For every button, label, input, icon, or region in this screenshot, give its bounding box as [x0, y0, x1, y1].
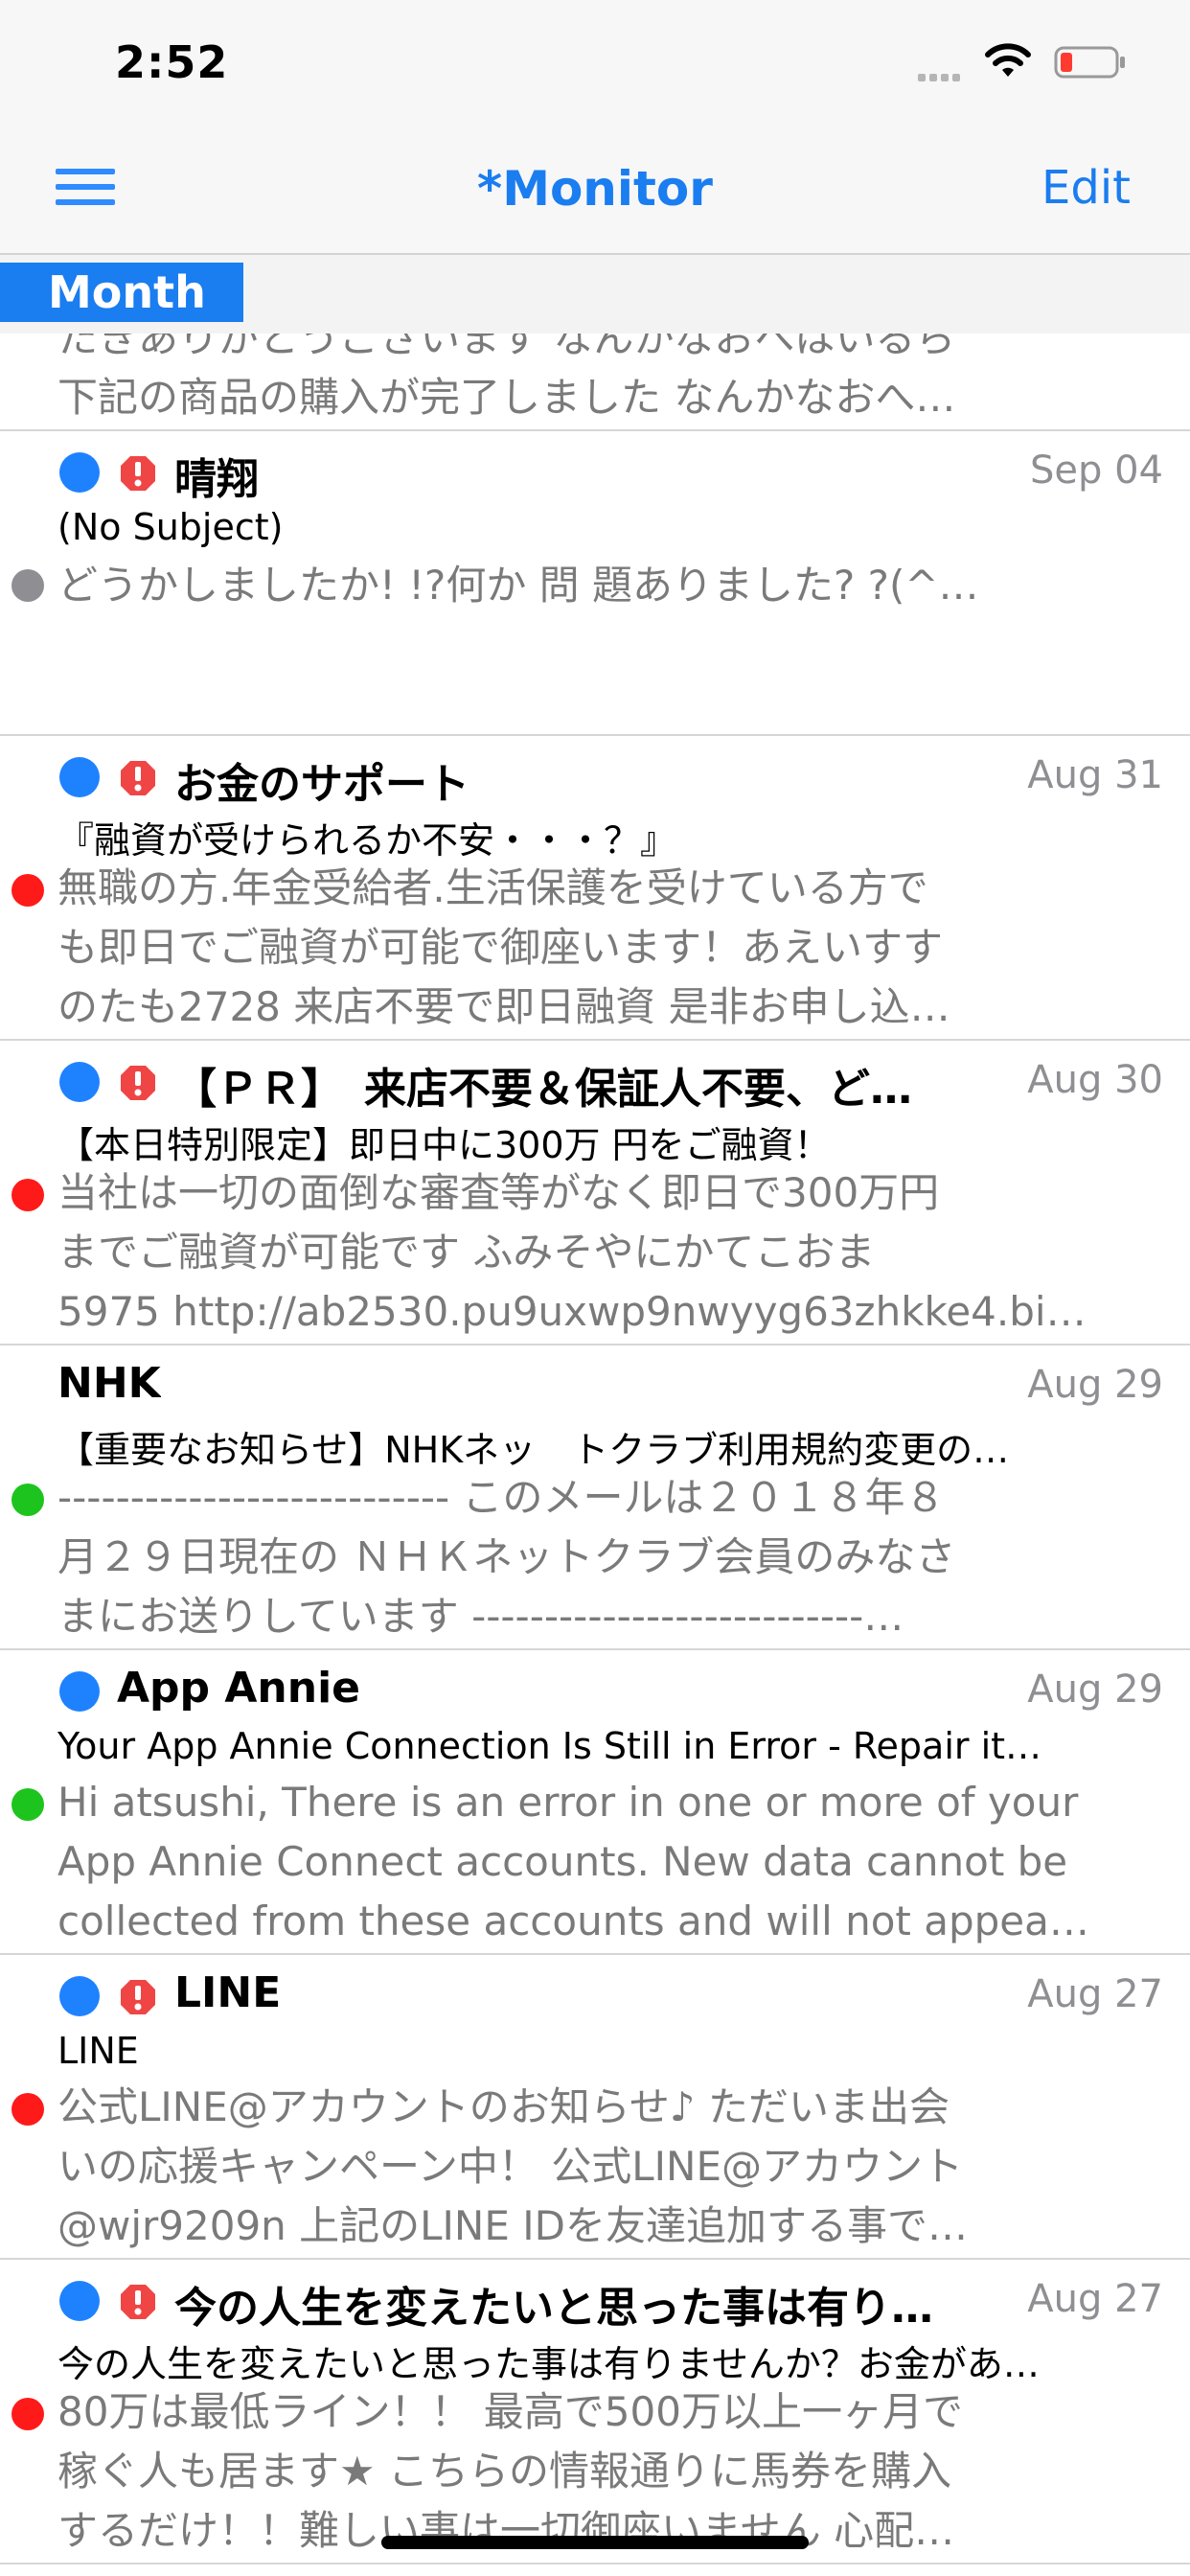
- label-dot-icon: [11, 2398, 44, 2430]
- important-flag-icon: [121, 456, 155, 491]
- unread-dot-icon: [59, 757, 100, 797]
- cellular-signal-icon: [918, 67, 964, 85]
- unread-dot-icon: [59, 452, 100, 493]
- message-sender: お金のサポート: [174, 760, 469, 809]
- message-row[interactable]: LINE Aug 27 LINE 公式LINE@アカウントのお知らせ♪ ただいま…: [0, 1955, 1190, 2260]
- message-sender: 【ＰＲ】 来店不要＆保証人不要、ど…: [174, 1065, 912, 1114]
- label-dot-icon: [11, 874, 44, 907]
- status-time: 2:52: [115, 36, 229, 88]
- message-row[interactable]: 晴翔 Sep 04 (No Subject) どうかしましたか! !?何か 問 …: [0, 431, 1190, 736]
- message-row-partial[interactable]: たきありがとうございます なんかなおへはいるら 下記の商品の購入が完了しました …: [0, 334, 1190, 431]
- unread-dot-icon: [59, 1976, 100, 2016]
- message-preview: Hi atsushi, There is an error in one or …: [57, 1779, 1089, 1944]
- edit-button[interactable]: Edit: [1041, 161, 1131, 215]
- wifi-icon: [985, 43, 1031, 77]
- message-row[interactable]: 今の人生を変えたいと思った事は有り… Aug 27 今の人生を変えたいと思った事…: [0, 2260, 1190, 2564]
- message-subject: LINE: [57, 2030, 139, 2072]
- message-date: Sep 04: [1029, 448, 1163, 493]
- message-subject: 『融資が受けられるか不安・・・？』: [57, 819, 677, 862]
- message-preview: 無職の方.年金受給者.生活保護を受けている方で も即日でご融資が可能で御座います…: [57, 864, 950, 1030]
- message-date: Aug 31: [1027, 753, 1163, 797]
- message-date: Aug 29: [1027, 1668, 1163, 1712]
- status-bar: 2:52: [0, 0, 1190, 126]
- important-flag-icon: [121, 761, 155, 795]
- message-preview: たきありがとうございます なんかなおへはいるら 下記の商品の購入が完了しました …: [57, 334, 956, 421]
- important-flag-icon: [121, 1066, 155, 1100]
- label-dot-icon: [11, 1788, 44, 1821]
- message-sender: 今の人生を変えたいと思った事は有り…: [174, 2284, 933, 2333]
- battery-low-icon: [1054, 46, 1125, 79]
- label-dot-icon: [11, 569, 44, 602]
- unread-dot-icon: [59, 1671, 100, 1712]
- message-date: Aug 27: [1027, 2277, 1163, 2321]
- important-flag-icon: [121, 2285, 155, 2319]
- section-header: Month: [0, 255, 1190, 334]
- message-subject: Your App Annie Connection Is Still in Er…: [57, 1725, 1042, 1767]
- message-row[interactable]: 【ＰＲ】 来店不要＆保証人不要、ど… Aug 30 【本日特別限定】即日中に30…: [0, 1041, 1190, 1346]
- message-row[interactable]: お金のサポート Aug 31 『融資が受けられるか不安・・・？』 無職の方.年金…: [0, 736, 1190, 1041]
- mailbox-title: *Monitor: [477, 161, 713, 217]
- message-preview: 公式LINE@アカウントのお知らせ♪ ただいま出会 いの応援キャンペーン中！ 公…: [57, 2083, 968, 2249]
- important-flag-icon: [121, 1980, 155, 2014]
- unread-dot-icon: [59, 2281, 100, 2321]
- message-list[interactable]: たきありがとうございます なんかなおへはいるら 下記の商品の購入が完了しました …: [0, 334, 1190, 2576]
- message-date: Aug 27: [1027, 1972, 1163, 2016]
- message-preview: どうかしましたか! !?何か 問 題ありました? ?(^…: [57, 562, 979, 609]
- message-row[interactable]: App Annie Aug 29 Your App Annie Connecti…: [0, 1650, 1190, 1955]
- message-preview: --------------------------- このメールは２０１８年８…: [57, 1474, 956, 1640]
- home-indicator[interactable]: [381, 2536, 809, 2549]
- unread-dot-icon: [59, 1062, 100, 1102]
- message-preview: 当社は一切の面倒な審査等がなく即日で300万円 までご融資が可能です ふみそやに…: [57, 1169, 1087, 1335]
- message-sender: NHK: [57, 1359, 161, 1408]
- section-label-month: Month: [0, 263, 243, 322]
- label-dot-icon: [11, 2093, 44, 2126]
- message-date: Aug 30: [1027, 1058, 1163, 1102]
- message-subject: 【本日特別限定】即日中に300万 円をご融資！: [57, 1124, 831, 1166]
- message-date: Aug 29: [1027, 1363, 1163, 1407]
- message-preview: 80万は最低ライン！！ 最高で500万以上一ヶ月で 稼ぐ人も居ます★ こちらの情…: [57, 2388, 963, 2554]
- message-sender: App Annie: [117, 1664, 360, 1713]
- message-subject: (No Subject): [57, 506, 284, 548]
- message-sender: 晴翔: [174, 455, 259, 504]
- message-subject: 【重要なお知らせ】NHKネッ トクラブ利用規約変更の…: [57, 1429, 1010, 1471]
- message-subject: 今の人生を変えたいと思った事は有りませんか？お金があ…: [57, 2343, 1040, 2385]
- message-sender: LINE: [174, 1968, 282, 2017]
- message-row[interactable]: NHK Aug 29 【重要なお知らせ】NHKネッ トクラブ利用規約変更の… -…: [0, 1346, 1190, 1650]
- label-dot-icon: [11, 1179, 44, 1211]
- label-dot-icon: [11, 1484, 44, 1516]
- navigation-bar: *Monitor Edit: [0, 126, 1190, 255]
